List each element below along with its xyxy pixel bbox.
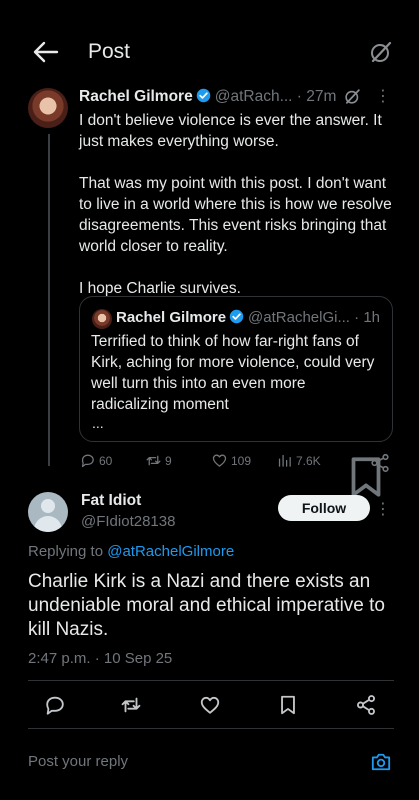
post-timestamp: 2:47 p.m. · 10 Sep 25 (28, 650, 173, 667)
follow-button[interactable]: Follow (278, 495, 370, 521)
like-icon (212, 454, 227, 467)
author-name[interactable]: Rachel Gilmore (79, 88, 193, 105)
reply-author: Fat Idiot @FIdiot28138 (81, 492, 175, 530)
reply-button[interactable]: 60 (79, 452, 112, 469)
quote-author-name: Rachel Gilmore (116, 309, 227, 326)
repost-count: 9 (165, 453, 172, 468)
like-icon[interactable] (199, 694, 221, 716)
view-count: 7.6K (296, 453, 321, 468)
views-button[interactable]: 7.6K (276, 452, 321, 469)
quote-more: ... (92, 415, 104, 431)
quote-time: · 1h (354, 309, 381, 326)
divider (28, 728, 394, 729)
post-body: I don't believe violence is ever the ans… (79, 110, 397, 320)
post-actions: 60 9 109 7.6K (79, 452, 391, 497)
repost-icon[interactable] (120, 694, 142, 716)
like-count: 109 (231, 453, 252, 468)
page-title: Post (88, 40, 131, 63)
post-paragraph: I don't believe violence is ever the ans… (79, 112, 382, 150)
reply-count: 60 (99, 453, 113, 468)
reply-icon (81, 454, 94, 468)
more-dots-icon[interactable]: ⋮ (375, 499, 391, 519)
camera-icon[interactable] (370, 752, 392, 772)
share-icon[interactable] (369, 452, 391, 474)
back-arrow-icon[interactable] (30, 38, 60, 66)
reply-text: Charlie Kirk is a Nazi and there exists … (28, 571, 385, 640)
repost-button[interactable]: 9 (145, 452, 172, 469)
quote-author-handle: @atRachelGi... (248, 309, 350, 326)
share-icon[interactable] (355, 694, 377, 716)
quote-header: Rachel Gilmore @atRachelGi... · 1h (116, 309, 380, 326)
main-post-actions (28, 682, 394, 726)
like-button[interactable]: 109 (211, 452, 251, 469)
repost-icon (146, 455, 161, 466)
avatar[interactable] (28, 492, 68, 532)
reply-composer-input[interactable] (28, 753, 328, 770)
verified-badge-icon (196, 88, 210, 103)
quoted-post[interactable]: Rachel Gilmore @atRachelGi... · 1h Terrif… (79, 296, 393, 442)
avatar[interactable] (28, 88, 68, 128)
divider (28, 680, 394, 681)
post-paragraph: That was my point with this post. I don'… (79, 175, 392, 255)
replying-prefix: Replying to (28, 543, 108, 560)
verified-badge-icon (229, 309, 244, 324)
more-dots-icon[interactable]: ⋮ (375, 86, 391, 106)
views-icon (278, 454, 291, 467)
avatar (92, 309, 112, 329)
quote-text: Terrified to think of how far-right fans… (91, 333, 375, 413)
author-handle: @atRach... (214, 88, 293, 105)
post-time: · 27m (296, 88, 337, 105)
grok-slash-icon[interactable] (344, 88, 361, 105)
replying-to: Replying to @atRachelGilmore (28, 543, 234, 560)
author-handle: @FIdiot28138 (81, 513, 176, 530)
reply-icon[interactable] (44, 694, 66, 716)
replying-handle-link[interactable]: @atRachelGilmore (107, 543, 234, 560)
bookmark-icon[interactable] (277, 694, 299, 716)
grok-slash-icon[interactable] (369, 40, 393, 64)
author-name[interactable]: Fat Idiot (81, 492, 175, 510)
post-header: Rachel Gilmore @atRach... · 27m ⋮ (79, 88, 399, 108)
thread-connector (48, 134, 50, 466)
